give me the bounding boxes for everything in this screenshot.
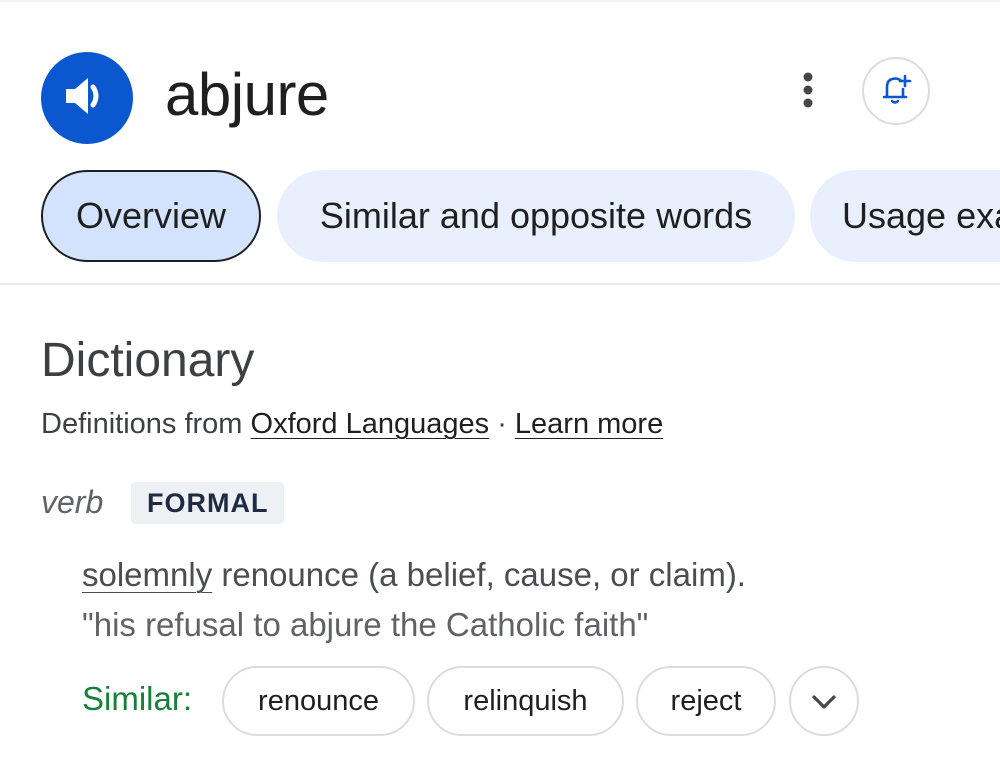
more-vert-icon — [802, 72, 814, 113]
definition-text: renounce (a belief, cause, or claim). — [212, 556, 746, 593]
chip-label: renounce — [258, 684, 379, 717]
tab-overview[interactable]: Overview — [41, 170, 261, 262]
more-options-button[interactable] — [787, 66, 829, 118]
oxford-languages-link[interactable]: Oxford Languages — [251, 408, 490, 440]
section-title: Dictionary — [41, 334, 255, 387]
definition-link[interactable]: solemnly — [82, 556, 212, 593]
source-line: Definitions from Oxford Languages · Lear… — [41, 404, 663, 444]
definition: solemnly renounce (a belief, cause, or c… — [82, 553, 746, 597]
chip-label: relinquish — [463, 684, 588, 717]
speaker-icon — [64, 76, 110, 121]
similar-label: Similar: — [82, 680, 193, 717]
tabs-divider — [0, 283, 1000, 285]
tab-usage-examples[interactable]: Usage examples — [810, 170, 1000, 262]
top-divider — [0, 0, 1000, 2]
learn-more-link[interactable]: Learn more — [515, 408, 663, 440]
headword: abjure — [165, 61, 329, 128]
source-prefix: Definitions from — [41, 408, 251, 440]
chip-label: reject — [670, 684, 742, 717]
part-of-speech: verb — [41, 484, 104, 520]
similar-chip-reject[interactable]: reject — [636, 666, 776, 736]
tab-label: Similar and opposite words — [319, 195, 753, 236]
separator: · — [489, 408, 515, 440]
chevron-down-icon — [811, 685, 837, 718]
bell-add-icon — [879, 72, 913, 111]
tab-bar: Overview Similar and opposite words Usag… — [0, 170, 1000, 264]
pronunciation-button[interactable] — [41, 52, 133, 144]
register-badge: FORMAL — [131, 482, 285, 524]
subscribe-button[interactable] — [862, 57, 930, 125]
similar-chip-relinquish[interactable]: relinquish — [427, 666, 624, 736]
usage-example: "his refusal to abjure the Catholic fait… — [82, 606, 649, 643]
expand-similar-button[interactable] — [789, 666, 859, 736]
tab-similar-and-opposite-words[interactable]: Similar and opposite words — [277, 170, 795, 262]
similar-chip-renounce[interactable]: renounce — [222, 666, 415, 736]
tab-label: Usage examples — [842, 195, 1000, 236]
tab-label: Overview — [75, 195, 227, 236]
